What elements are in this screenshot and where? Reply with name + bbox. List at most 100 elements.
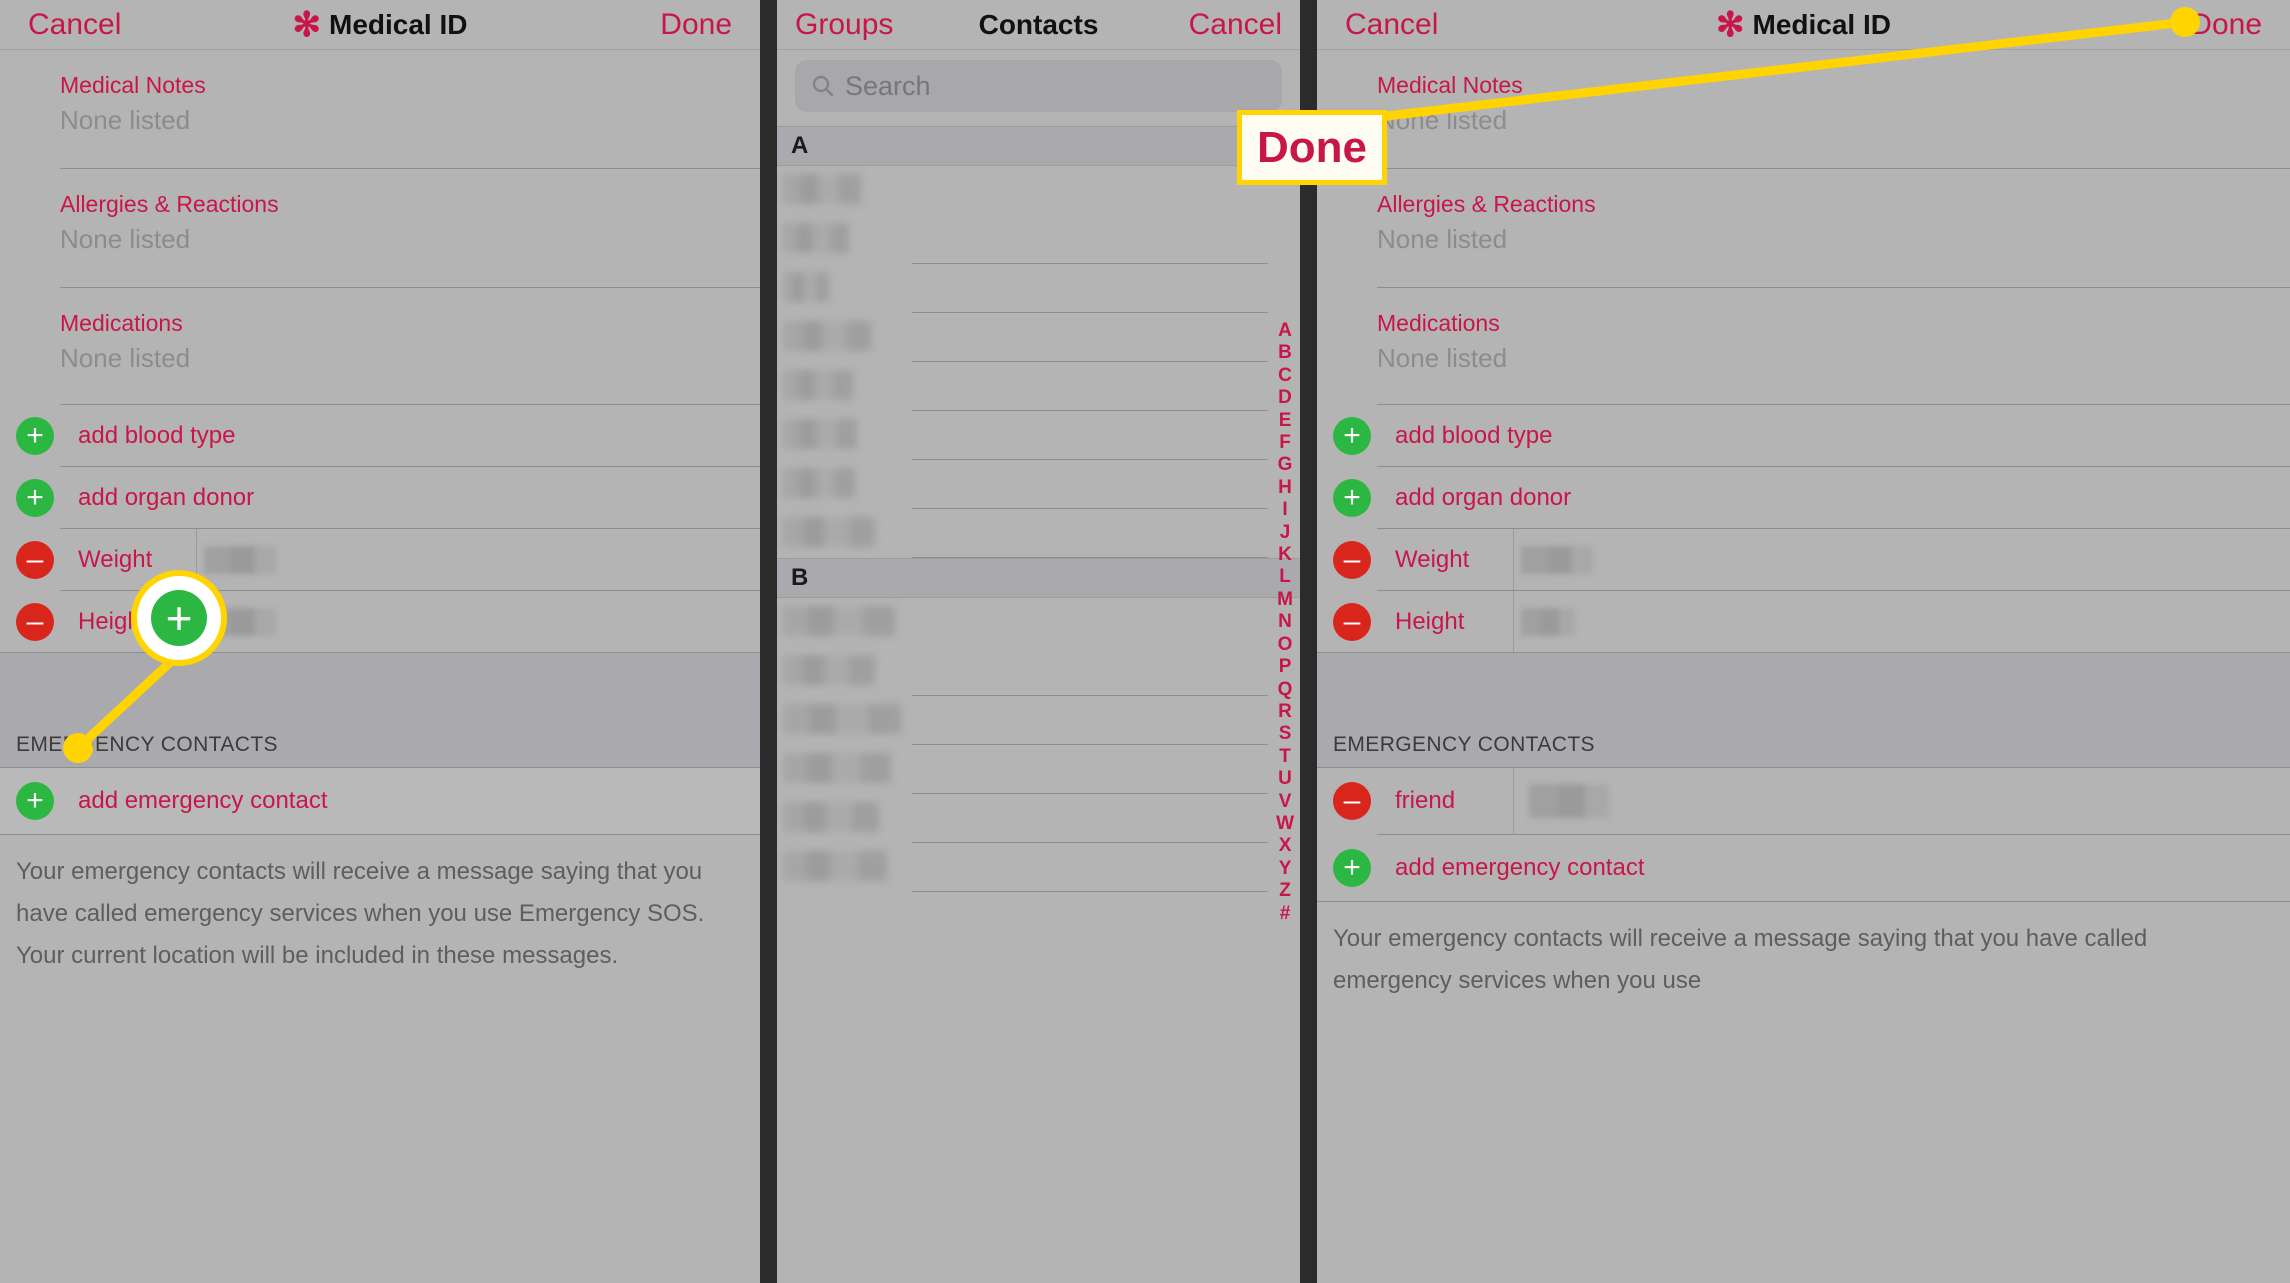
list-item[interactable]	[777, 598, 1300, 647]
alpha-index-letter[interactable]: U	[1278, 768, 1292, 790]
alpha-index-letter[interactable]: K	[1278, 544, 1292, 566]
minus-icon[interactable]: –	[16, 602, 54, 641]
weight-value-redacted[interactable]	[204, 545, 276, 574]
alpha-index-letter[interactable]: W	[1276, 813, 1294, 835]
alpha-index-letter[interactable]: I	[1282, 499, 1287, 521]
note-value: None listed	[1377, 105, 1508, 135]
alphabet-index[interactable]: A B C D E F G H I J K L M N O P Q R S T U V W X Y Z #	[1276, 320, 1294, 925]
search-input[interactable]: Search	[795, 60, 1282, 112]
alpha-index-letter[interactable]: B	[1278, 342, 1292, 364]
alpha-index-letter[interactable]: Z	[1279, 880, 1291, 902]
weight-row[interactable]: – Weight	[0, 529, 760, 590]
friend-value-redacted[interactable]	[1529, 784, 1609, 818]
minus-icon[interactable]: –	[16, 540, 54, 579]
plus-icon[interactable]: +	[1333, 416, 1371, 455]
allergies-block[interactable]: Allergies & Reactions None listed	[0, 169, 760, 287]
minus-icon[interactable]: –	[1333, 782, 1371, 820]
cancel-button[interactable]: Cancel	[1345, 8, 1438, 42]
add-blood-type-row[interactable]: + add blood type	[0, 405, 760, 466]
add-blood-type-row[interactable]: + add blood type	[1317, 405, 2290, 466]
contacts-list[interactable]: A B	[777, 126, 1300, 892]
add-emergency-contact-row[interactable]: + add emergency contact	[1317, 835, 2290, 901]
alpha-index-letter[interactable]: R	[1278, 701, 1292, 723]
minus-icon[interactable]: –	[1333, 540, 1371, 579]
add-organ-donor-row[interactable]: + add organ donor	[1317, 467, 2290, 528]
contact-name-redacted	[783, 753, 891, 783]
alpha-index-letter[interactable]: L	[1279, 566, 1291, 588]
list-item[interactable]	[777, 264, 1300, 313]
medical-star-icon: ✻	[292, 5, 322, 44]
note-value: None listed	[1377, 224, 1508, 254]
note-value: None listed	[1377, 343, 1508, 373]
plus-icon[interactable]: +	[16, 416, 54, 455]
contact-name-redacted	[783, 174, 861, 204]
row-label: add organ donor	[78, 483, 255, 511]
emergency-footer-note: Your emergency contacts will receive a m…	[1333, 925, 2148, 994]
add-organ-donor-row[interactable]: + add organ donor	[0, 467, 760, 528]
alpha-index-letter[interactable]: O	[1278, 634, 1293, 656]
alpha-index-letter[interactable]: P	[1279, 656, 1292, 678]
height-row[interactable]: – Height	[0, 591, 760, 652]
alpha-index-letter[interactable]: X	[1279, 835, 1292, 857]
emergency-contact-friend-row[interactable]: – friend	[1317, 768, 2290, 834]
weight-value-redacted[interactable]	[1521, 545, 1593, 574]
alpha-index-letter[interactable]: D	[1278, 387, 1292, 409]
alpha-index-letter[interactable]: F	[1279, 432, 1291, 454]
alpha-index-letter[interactable]: J	[1280, 522, 1291, 544]
groups-button[interactable]: Groups	[795, 8, 893, 42]
list-item[interactable]	[777, 166, 1300, 215]
alpha-index-letter[interactable]: #	[1280, 903, 1291, 925]
plus-icon[interactable]: +	[1333, 478, 1371, 517]
list-item[interactable]	[777, 362, 1300, 411]
alpha-index-letter[interactable]: Y	[1279, 858, 1292, 880]
minus-icon[interactable]: –	[1333, 602, 1371, 641]
divider	[912, 557, 1268, 558]
medical-notes-block[interactable]: Medical Notes None listed	[0, 50, 760, 168]
list-item[interactable]	[777, 745, 1300, 794]
note-value: None listed	[60, 343, 191, 373]
alpha-index-letter[interactable]: V	[1279, 791, 1292, 813]
row-label: Weight	[78, 545, 153, 573]
list-item[interactable]	[777, 696, 1300, 745]
left-content: Medical Notes None listed Allergies & Re…	[0, 50, 760, 977]
alpha-index-letter[interactable]: H	[1278, 477, 1292, 499]
height-row[interactable]: – Height	[1317, 591, 2290, 652]
plus-icon[interactable]: +	[16, 478, 54, 517]
alpha-index-letter[interactable]: A	[1278, 320, 1292, 342]
row-label: add blood type	[1395, 421, 1553, 449]
list-item[interactable]	[777, 215, 1300, 264]
allergies-block[interactable]: Allergies & Reactions None listed	[1317, 169, 2290, 287]
medical-star-icon: ✻	[1716, 5, 1745, 44]
done-button[interactable]: Done	[660, 8, 732, 42]
list-item[interactable]	[777, 647, 1300, 696]
medications-block[interactable]: Medications None listed	[0, 288, 760, 404]
list-item[interactable]	[777, 411, 1300, 460]
alpha-index-letter[interactable]: S	[1279, 723, 1292, 745]
alpha-index-letter[interactable]: C	[1278, 365, 1292, 387]
alpha-index-letter[interactable]: Q	[1278, 679, 1293, 701]
section-spacer	[0, 653, 760, 707]
alpha-index-letter[interactable]: N	[1278, 611, 1292, 633]
list-item[interactable]	[777, 460, 1300, 509]
alpha-index-letter[interactable]: T	[1279, 746, 1291, 768]
divider	[912, 891, 1268, 892]
cancel-button[interactable]: Cancel	[1189, 8, 1282, 42]
list-item[interactable]	[777, 794, 1300, 843]
alpha-index-letter[interactable]: M	[1277, 589, 1293, 611]
alpha-index-letter[interactable]: G	[1278, 454, 1293, 476]
done-button[interactable]: Done	[2190, 8, 2262, 42]
cancel-button[interactable]: Cancel	[28, 8, 121, 42]
medications-block[interactable]: Medications None listed	[1317, 288, 2290, 404]
alpha-index-letter[interactable]: E	[1279, 410, 1292, 432]
medical-notes-block[interactable]: Medical Notes None listed	[1317, 50, 2290, 168]
plus-icon[interactable]: +	[1333, 849, 1371, 887]
height-value-redacted[interactable]	[1521, 607, 1575, 636]
add-emergency-contact-row[interactable]: + add emergency contact	[0, 768, 760, 834]
list-item[interactable]	[777, 509, 1300, 558]
height-value-redacted[interactable]	[204, 607, 276, 636]
plus-icon[interactable]: +	[16, 782, 54, 820]
search-icon	[812, 75, 834, 97]
weight-row[interactable]: – Weight	[1317, 529, 2290, 590]
list-item[interactable]	[777, 313, 1300, 362]
list-item[interactable]	[777, 843, 1300, 892]
